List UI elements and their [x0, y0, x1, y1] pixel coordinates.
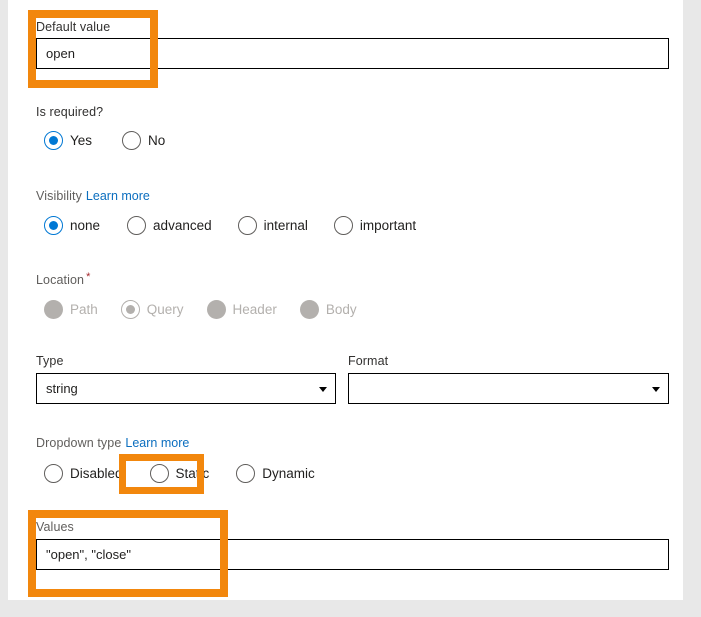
- visibility-label: Visibility Learn more: [36, 187, 150, 205]
- type-select[interactable]: string: [36, 373, 336, 404]
- location-label-text: Location: [36, 273, 85, 287]
- visibility-option-important-label: important: [359, 218, 417, 233]
- location-option-header-label: Header: [232, 302, 277, 317]
- type-label-text: Type: [36, 354, 64, 368]
- radio-unselected-icon: [333, 216, 353, 235]
- dropdown-type-learn-more-link[interactable]: Learn more: [125, 436, 189, 450]
- dropdown-type-label: Dropdown type Learn more: [36, 434, 189, 452]
- dropdown-type-option-dynamic[interactable]: Dynamic: [236, 464, 315, 483]
- type-select-value[interactable]: string: [36, 373, 336, 404]
- radio-disabled-icon: [206, 300, 226, 319]
- format-select-value[interactable]: [348, 373, 669, 404]
- radio-unselected-icon: [236, 464, 256, 483]
- location-radio-group: Path Query Header Body: [44, 300, 357, 319]
- location-option-header: Header: [206, 300, 277, 319]
- values-label: Values: [36, 518, 74, 536]
- values-label-text: Values: [36, 520, 74, 534]
- default-value-label: Default value: [36, 18, 110, 36]
- location-label: Location *: [36, 271, 90, 289]
- radio-unselected-icon: [44, 464, 63, 483]
- visibility-option-advanced-label: advanced: [153, 218, 212, 233]
- default-value-input[interactable]: [36, 38, 669, 69]
- radio-selected-icon: [44, 216, 63, 235]
- location-option-query-label: Query: [146, 302, 184, 317]
- dropdown-type-option-disabled-label: Disabled: [70, 466, 123, 481]
- is-required-label: Is required?: [36, 103, 103, 121]
- dropdown-type-option-static[interactable]: Static: [149, 464, 210, 483]
- is-required-label-text: Is required?: [36, 105, 104, 119]
- form-page: Default value Is required? Yes No Visibi…: [0, 0, 701, 617]
- location-option-path: Path: [44, 300, 98, 319]
- location-option-path-label: Path: [70, 302, 98, 317]
- type-label: Type: [36, 352, 64, 370]
- radio-unselected-icon: [122, 131, 142, 150]
- form-panel: Default value Is required? Yes No Visibi…: [8, 0, 683, 600]
- visibility-learn-more-link[interactable]: Learn more: [86, 189, 150, 203]
- radio-disabled-icon: [299, 300, 319, 319]
- is-required-option-yes[interactable]: Yes: [44, 131, 92, 150]
- visibility-label-text: Visibility: [36, 189, 82, 203]
- format-label: Format: [348, 352, 388, 370]
- dropdown-type-option-static-label: Static: [175, 466, 210, 481]
- dropdown-type-radio-group: Disabled Static Dynamic: [44, 464, 315, 483]
- radio-disabled-icon: [44, 300, 63, 319]
- location-required-marker: *: [86, 271, 91, 283]
- radio-selected-icon: [149, 464, 169, 483]
- location-option-query: Query: [120, 300, 184, 319]
- visibility-option-none[interactable]: none: [44, 216, 100, 235]
- is-required-option-yes-label: Yes: [70, 133, 93, 148]
- default-value-label-text: Default value: [36, 20, 111, 34]
- location-option-body-label: Body: [325, 302, 357, 317]
- visibility-option-advanced[interactable]: advanced: [127, 216, 212, 235]
- radio-unselected-icon: [127, 216, 147, 235]
- dropdown-type-label-text: Dropdown type: [36, 436, 122, 450]
- format-select[interactable]: [348, 373, 669, 404]
- radio-selected-icon: [44, 131, 63, 150]
- is-required-option-no[interactable]: No: [122, 131, 165, 150]
- radio-disabled-selected-icon: [120, 300, 140, 319]
- dropdown-type-option-dynamic-label: Dynamic: [262, 466, 315, 481]
- values-input[interactable]: [36, 539, 669, 570]
- is-required-radio-group: Yes No: [44, 131, 165, 150]
- radio-unselected-icon: [237, 216, 257, 235]
- dropdown-type-option-disabled[interactable]: Disabled: [44, 464, 123, 483]
- format-label-text: Format: [348, 354, 389, 368]
- visibility-option-internal[interactable]: internal: [237, 216, 308, 235]
- location-option-body: Body: [299, 300, 357, 319]
- visibility-radio-group: none advanced internal important: [44, 216, 416, 235]
- visibility-option-internal-label: internal: [263, 218, 308, 233]
- visibility-option-important[interactable]: important: [333, 216, 417, 235]
- visibility-option-none-label: none: [70, 218, 101, 233]
- is-required-option-no-label: No: [148, 133, 166, 148]
